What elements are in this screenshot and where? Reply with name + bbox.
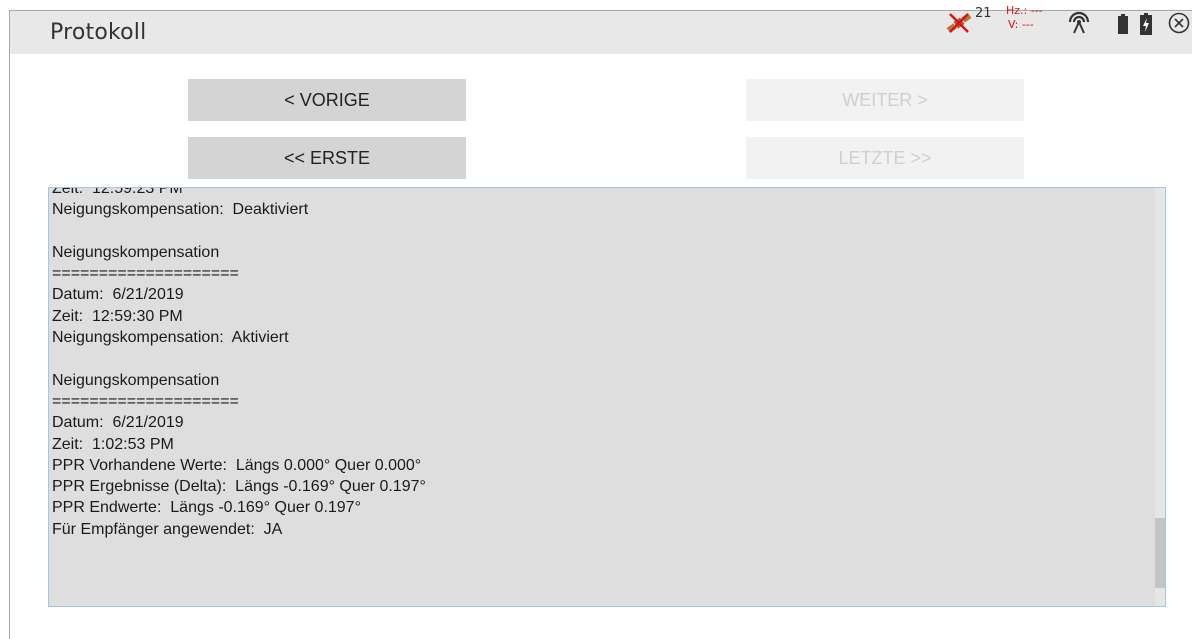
log-line: Zeit: 12:59:30 PM	[52, 307, 183, 325]
v-label: V: ---	[1008, 18, 1034, 31]
log-scrollbar-thumb[interactable]	[1155, 518, 1165, 588]
log-line: Für Empfänger angewendet: JA	[52, 520, 283, 538]
log-line: Datum: 6/21/2019	[52, 286, 184, 304]
log-line: ====================	[52, 392, 239, 410]
log-line: PPR Ergebnisse (Delta): Längs -0.169° Qu…	[52, 478, 426, 496]
log-line: ====================	[52, 265, 239, 283]
log-scrollbar[interactable]	[1155, 188, 1165, 606]
close-icon[interactable]	[1168, 12, 1190, 34]
log-line: Datum: 6/21/2019	[52, 414, 184, 432]
log-line: PPR Endwerte: Längs -0.169° Quer 0.197°	[52, 499, 361, 517]
battery-icon	[1118, 14, 1128, 34]
log-line: Neigungskompensation: Aktiviert	[52, 329, 289, 347]
window-title: Protokoll	[50, 20, 147, 45]
charging-icon	[1140, 13, 1152, 35]
log-line: Zeit: 1:02:53 PM	[52, 435, 174, 453]
next-button[interactable]: WEITER >	[746, 79, 1024, 121]
log-line: PPR Vorhandene Werte: Längs 0.000° Quer …	[52, 456, 422, 474]
log-lines: Zeit: 12:59:23 PM Neigungskompensation: D…	[52, 187, 426, 540]
hz-label: Hz.: ---	[1006, 4, 1043, 17]
prev-button[interactable]: < VORIGE	[188, 79, 466, 121]
log-line: Neigungskompensation	[52, 371, 220, 389]
last-button[interactable]: LETZTE >>	[746, 137, 1024, 179]
log-line	[52, 348, 426, 369]
log-line	[52, 221, 426, 242]
satellite-off-icon[interactable]	[944, 10, 974, 36]
log-line: Zeit: 12:59:23 PM	[52, 187, 183, 197]
first-button[interactable]: << ERSTE	[188, 137, 466, 179]
log-line: Neigungskompensation: Deaktiviert	[52, 201, 309, 219]
hz-v-readout: Hz.: --- V: ---	[1006, 4, 1043, 32]
protocol-log[interactable]: Zeit: 12:59:23 PM Neigungskompensation: D…	[48, 187, 1166, 607]
log-line: Neigungskompensation	[52, 243, 220, 261]
satellite-count: 21	[975, 6, 992, 21]
signal-icon[interactable]	[1066, 10, 1092, 34]
